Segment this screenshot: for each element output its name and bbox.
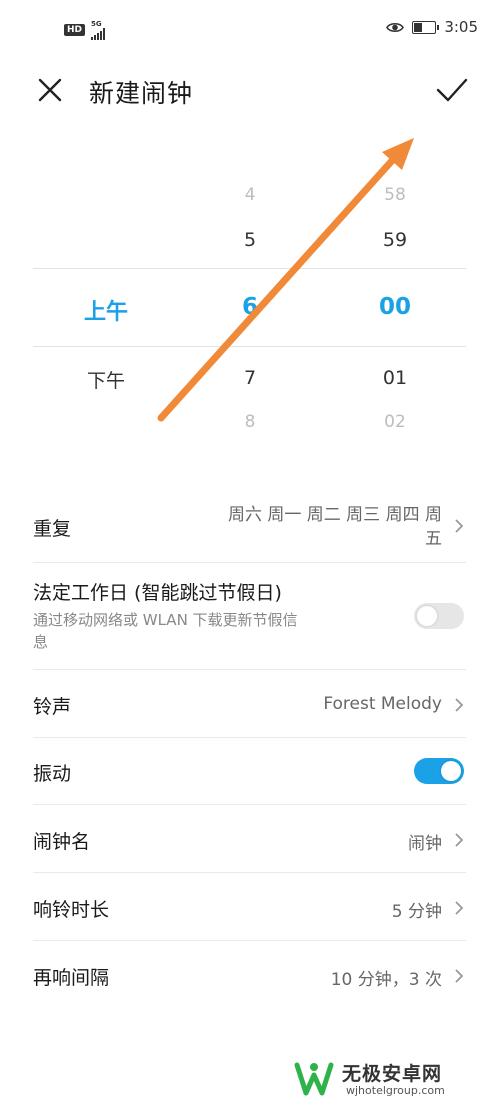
- chevron-right-icon: [455, 833, 464, 847]
- minute-far-before[interactable]: 58: [384, 185, 406, 205]
- minute-before[interactable]: 59: [383, 229, 407, 251]
- workday-desc-line2: 息: [33, 633, 49, 651]
- repeat-value-line2: 五: [425, 529, 442, 549]
- check-icon[interactable]: [434, 74, 470, 106]
- minute-selected[interactable]: 00: [379, 294, 411, 320]
- minute-after[interactable]: 01: [383, 367, 407, 389]
- chevron-right-icon: [455, 698, 464, 712]
- hd-badge: HD: [64, 24, 86, 36]
- workday-row[interactable]: 法定工作日 (智能跳过节假日) 通过移动网络或 WLAN 下载更新节假信 息: [33, 563, 466, 670]
- duration-label: 响铃时长: [33, 899, 110, 921]
- chevron-right-icon: [455, 969, 464, 983]
- repeat-label: 重复: [33, 518, 72, 540]
- picker-divider-top: [33, 268, 466, 269]
- watermark-logo-icon: [294, 1062, 334, 1096]
- status-time: 3:05: [444, 18, 478, 36]
- alarm-name-label: 闹钟名: [33, 831, 91, 853]
- vibrate-label: 振动: [33, 763, 72, 785]
- toggle-knob: [441, 761, 461, 781]
- watermark: 无极安卓网 wjhotelgroup.com: [294, 1059, 494, 1101]
- status-bar: HD 5G 3:05: [0, 0, 500, 60]
- ringtone-row[interactable]: 铃声 Forest Melody: [33, 670, 466, 738]
- page-title: 新建闹钟: [89, 79, 194, 108]
- ringtone-value: Forest Melody: [323, 694, 442, 714]
- title-bar: 新建闹钟: [0, 60, 500, 122]
- workday-toggle[interactable]: [414, 603, 464, 629]
- workday-desc-line1: 通过移动网络或 WLAN 下载更新节假信: [33, 611, 298, 629]
- network-type: 5G: [91, 20, 102, 28]
- vibrate-row[interactable]: 振动: [33, 738, 466, 805]
- chevron-right-icon: [455, 901, 464, 915]
- signal-icon: 5G: [91, 20, 106, 40]
- snooze-label: 再响间隔: [33, 967, 110, 989]
- ringtone-label: 铃声: [33, 696, 72, 718]
- workday-desc: 通过移动网络或 WLAN 下载更新节假信 息: [33, 609, 383, 653]
- duration-row[interactable]: 响铃时长 5 分钟: [33, 873, 466, 941]
- hour-selected[interactable]: 6: [242, 294, 258, 320]
- snooze-row[interactable]: 再响间隔 10 分钟，3 次: [33, 941, 466, 1008]
- watermark-text: 无极安卓网: [342, 1063, 443, 1085]
- period-next[interactable]: 下午: [87, 366, 125, 393]
- repeat-value-line1: 周六 周一 周二 周三 周四 周: [227, 505, 442, 525]
- eye-icon: [386, 22, 405, 32]
- time-picker[interactable]: 上午 下午 4 5 6 7 8 58 59 00 01 02: [0, 170, 500, 440]
- minute-far-after[interactable]: 02: [384, 412, 406, 432]
- watermark-url: wjhotelgroup.com: [346, 1084, 445, 1097]
- repeat-value: 周六 周一 周二 周三 周四 周 五: [182, 503, 442, 551]
- battery-icon: [412, 20, 440, 34]
- period-selected[interactable]: 上午: [84, 294, 128, 326]
- alarm-name-value: 闹钟: [408, 834, 442, 854]
- vibrate-toggle[interactable]: [414, 758, 464, 784]
- hour-far-after[interactable]: 8: [245, 412, 256, 432]
- status-right: 3:05: [386, 18, 478, 36]
- workday-label: 法定工作日 (智能跳过节假日): [33, 582, 282, 604]
- alarm-name-row[interactable]: 闹钟名 闹钟: [33, 805, 466, 873]
- duration-value: 5 分钟: [391, 902, 442, 922]
- close-icon[interactable]: [34, 74, 66, 106]
- snooze-value: 10 分钟，3 次: [330, 970, 442, 990]
- status-left: HD 5G: [64, 20, 106, 40]
- chevron-right-icon: [455, 519, 464, 533]
- hour-after[interactable]: 7: [244, 367, 256, 389]
- hour-before[interactable]: 5: [244, 229, 256, 251]
- toggle-knob: [417, 606, 437, 626]
- hour-far-before[interactable]: 4: [245, 185, 256, 205]
- picker-divider-bottom: [33, 346, 466, 347]
- repeat-row[interactable]: 重复 周六 周一 周二 周三 周四 周 五: [33, 490, 466, 563]
